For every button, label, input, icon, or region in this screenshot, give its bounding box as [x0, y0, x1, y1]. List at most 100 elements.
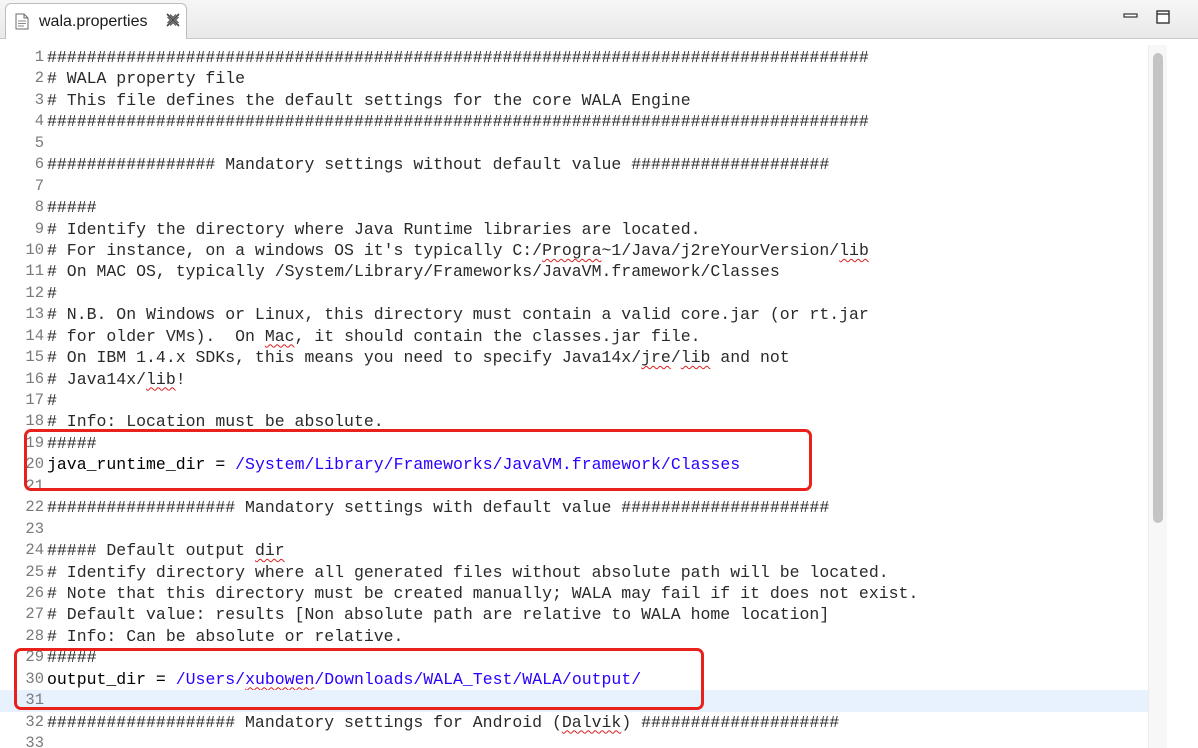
misspelled-word: lib	[680, 348, 711, 368]
comment-text: ################### Mandatory settings w…	[47, 498, 830, 518]
comment-text: # Identify the directory where Java Runt…	[47, 219, 701, 239]
code-line[interactable]: 12 #	[0, 283, 1150, 304]
line-number: 11	[25, 262, 44, 281]
code-line[interactable]: 13 # N.B. On Windows or Linux, this direc…	[0, 304, 1150, 325]
misspelled-word: Mac	[264, 326, 295, 346]
code-line[interactable]: 4 #######################################…	[0, 111, 1150, 132]
comment-text: # On MAC OS, typically /System/Library/F…	[47, 262, 780, 282]
line-number: 25	[25, 562, 44, 581]
line-text: # Default value: results [Non absolute p…	[47, 604, 829, 625]
misspelled-word: Dalvik	[561, 712, 622, 732]
line-number: 3	[34, 90, 44, 109]
line-number: 17	[25, 391, 44, 409]
properties-file-icon	[15, 13, 29, 30]
line-text: # Java14x/lib!	[47, 369, 186, 390]
line-number: 28	[25, 626, 44, 645]
comment-text: ################### Mandatory settings f…	[47, 712, 562, 732]
line-text: ########################################…	[47, 111, 869, 132]
scrollbar-thumb[interactable]	[1153, 53, 1163, 523]
comment-text: #####	[47, 198, 97, 218]
comment-text: ################# Mandatory settings wit…	[47, 155, 830, 175]
line-number: 16	[25, 369, 44, 388]
comment-text: # WALA property file	[47, 69, 246, 89]
vertical-scrollbar[interactable]	[1148, 45, 1167, 748]
maximize-icon[interactable]	[1154, 8, 1172, 26]
line-text: # Identify the directory where Java Runt…	[47, 219, 701, 240]
code-line[interactable]: 1 #######################################…	[0, 47, 1150, 68]
line-text: # Info: Can be absolute or relative.	[47, 626, 403, 647]
line-text: # This file defines the default settings…	[47, 90, 691, 111]
comment-text: # For instance, on a windows OS it's typ…	[47, 240, 543, 260]
code-line[interactable]: 14 # for older VMs). On Mac, it should co…	[0, 326, 1150, 347]
comment-text: #	[47, 283, 57, 303]
tab-wala-properties[interactable]: wala.properties	[5, 3, 187, 39]
line-text: #	[47, 390, 57, 411]
text-editor[interactable]: 1 #######################################…	[0, 39, 1198, 748]
comment-text: #	[47, 391, 57, 410]
code-line[interactable]: 5	[0, 133, 1150, 154]
comment-text: ) ####################	[621, 712, 840, 732]
comment-text: ##### Default output	[47, 541, 255, 561]
code-line[interactable]: 10 # For instance, on a windows OS it's t…	[0, 240, 1150, 261]
code-line[interactable]: 23	[0, 519, 1150, 540]
comment-text: ########################################…	[47, 112, 869, 132]
line-number: 9	[34, 219, 44, 238]
code-line[interactable]: 24 ##### Default output dir	[0, 540, 1150, 561]
line-text: # N.B. On Windows or Linux, this directo…	[47, 304, 869, 325]
line-number: 5	[34, 133, 44, 152]
line-number: 33	[25, 734, 44, 748]
code-line[interactable]: 7	[0, 176, 1150, 197]
code-line[interactable]: 11 # On MAC OS, typically /System/Library…	[0, 261, 1150, 282]
line-number: 26	[25, 583, 44, 602]
code-line[interactable]: 2 # WALA property file	[0, 68, 1150, 89]
comment-text: # Note that this directory must be creat…	[47, 583, 919, 603]
code-line[interactable]: 17 #	[0, 390, 1150, 411]
code-line[interactable]: 9 # Identify the directory where Java Run…	[0, 219, 1150, 240]
comment-text: # Default value: results [Non absolute p…	[47, 605, 830, 625]
annotation-box-java-runtime-dir	[24, 429, 812, 491]
line-text: ##### Default output dir	[47, 540, 285, 561]
comment-text: ########################################…	[47, 48, 869, 67]
line-number: 15	[25, 348, 44, 367]
code-line[interactable]: 25 # Identify directory where all generat…	[0, 562, 1150, 583]
line-number: 2	[34, 69, 44, 88]
comment-text: # N.B. On Windows or Linux, this directo…	[47, 305, 869, 325]
line-number: 13	[25, 305, 44, 324]
line-text: ################### Mandatory settings f…	[47, 712, 839, 733]
comment-text: , it should contain the classes.jar file…	[294, 326, 701, 346]
line-text: ################# Mandatory settings wit…	[47, 154, 829, 175]
comment-text: !	[175, 369, 186, 389]
code-line[interactable]: 26 # Note that this directory must be cre…	[0, 583, 1150, 604]
code-line[interactable]: 8 #####	[0, 197, 1150, 218]
comment-text: # Java14x/	[47, 369, 147, 389]
comment-text: # Identify directory where all generated…	[47, 562, 889, 582]
line-text: # for older VMs). On Mac, it should cont…	[47, 326, 701, 347]
annotation-box-output-dir	[14, 648, 704, 710]
code-line[interactable]: 6 ################# Mandatory settings wi…	[0, 154, 1150, 175]
editor-tab-bar: wala.properties	[0, 0, 1198, 39]
code-line[interactable]: 27 # Default value: results [Non absolute…	[0, 604, 1150, 625]
line-text: #	[47, 283, 57, 304]
line-text: # Identify directory where all generated…	[47, 562, 889, 583]
line-number: 8	[34, 198, 44, 217]
line-text: # On MAC OS, typically /System/Library/F…	[47, 261, 780, 282]
code-line[interactable]: 22 ################### Mandatory settings…	[0, 497, 1150, 518]
code-line[interactable]: 16 # Java14x/lib!	[0, 369, 1150, 390]
line-text: # Note that this directory must be creat…	[47, 583, 918, 604]
code-line[interactable]: 3 # This file defines the default setting…	[0, 90, 1150, 111]
misspelled-word: dir	[254, 541, 285, 561]
code-line[interactable]: 33	[0, 733, 1150, 748]
line-number: 6	[34, 155, 44, 174]
code-line[interactable]: 32 ################### Mandatory settings…	[0, 712, 1150, 733]
close-icon[interactable]	[164, 11, 182, 29]
line-number: 10	[25, 240, 44, 259]
misspelled-word: lib	[146, 369, 176, 389]
line-text: # For instance, on a windows OS it's typ…	[47, 240, 869, 261]
line-number: 12	[25, 283, 44, 302]
line-text: ################### Mandatory settings w…	[47, 497, 829, 518]
code-line[interactable]: 15 # On IBM 1.4.x SDKs, this means you ne…	[0, 347, 1150, 368]
code-line[interactable]: 28 # Info: Can be absolute or relative.	[0, 626, 1150, 647]
minimize-icon[interactable]	[1122, 8, 1140, 26]
line-number: 23	[25, 519, 44, 538]
line-text: # On IBM 1.4.x SDKs, this means you need…	[47, 347, 790, 368]
